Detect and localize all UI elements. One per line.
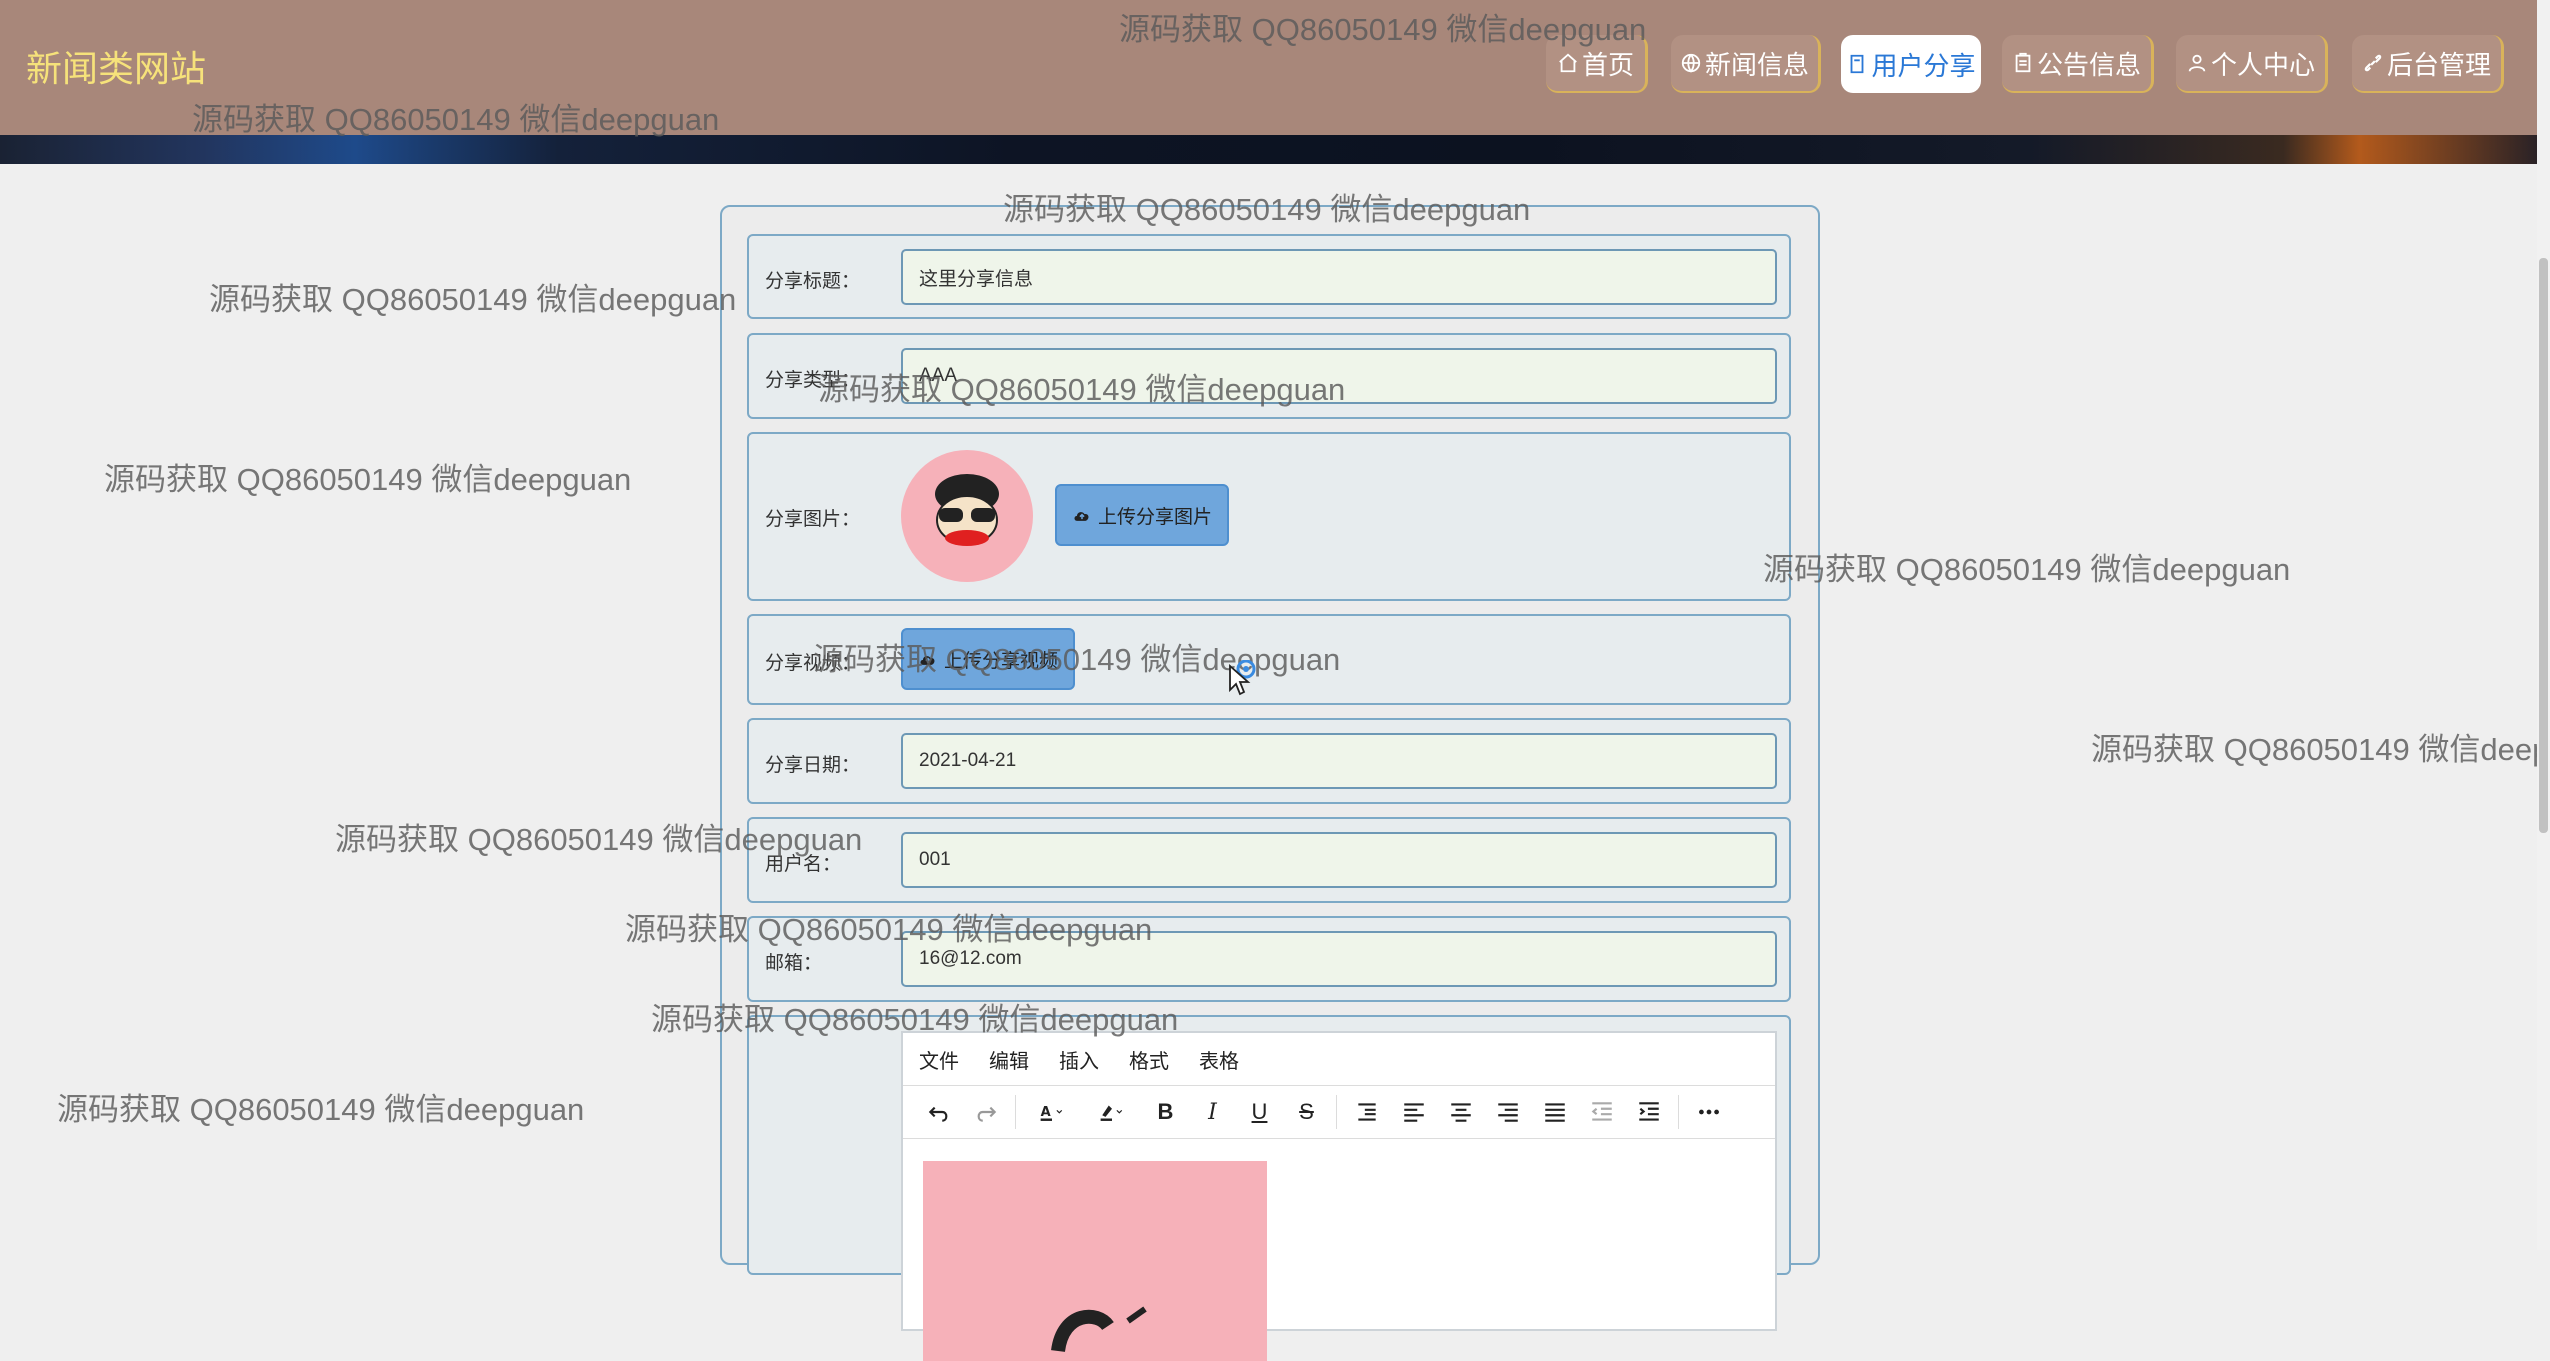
justify-icon[interactable]	[1531, 1092, 1578, 1132]
page-scrollbar[interactable]	[2537, 0, 2550, 1250]
menu-format[interactable]: 格式	[1129, 1045, 1169, 1074]
clipboard-icon	[2015, 52, 2031, 73]
home-icon	[1559, 53, 1577, 73]
mouse-cursor-icon	[1229, 660, 1256, 696]
nav-user-share-label: 用户分享	[1871, 50, 1976, 81]
outdent-icon[interactable]	[1578, 1092, 1625, 1132]
align-right-icon[interactable]	[1484, 1092, 1531, 1132]
nav-home[interactable]: 首页	[1546, 35, 1648, 93]
italic-icon[interactable]: I	[1189, 1092, 1236, 1132]
upload-image-button[interactable]: 上传分享图片	[1055, 484, 1229, 546]
date-input[interactable]: 2021-04-21	[901, 733, 1777, 789]
username-row: 用户名： 001	[747, 817, 1791, 903]
watermark: 源码获取 QQ86050149 微信deepguan	[104, 462, 632, 497]
watermark: 源码获取 QQ86050149 微信deepguan	[209, 282, 737, 317]
menu-edit[interactable]: 编辑	[989, 1045, 1029, 1074]
nav-profile-label: 个人中心	[2210, 49, 2315, 80]
cloud-upload-icon	[920, 656, 935, 665]
editor-embedded-image[interactable]	[923, 1161, 1267, 1361]
nav-home-label: 首页	[1581, 49, 1634, 80]
more-icon[interactable]	[1685, 1092, 1732, 1132]
nav-news-label: 新闻信息	[1704, 49, 1809, 80]
nav-admin[interactable]: 后台管理	[2352, 35, 2504, 93]
undo-icon[interactable]	[915, 1092, 962, 1132]
video-label: 分享视频：	[765, 653, 861, 674]
monkey-face-icon	[1051, 1306, 1147, 1353]
type-row: 分享类型： AAA	[747, 333, 1791, 419]
line-height-icon[interactable]	[1343, 1092, 1390, 1132]
hero-banner-strip	[0, 135, 2537, 164]
monkey-face-icon	[935, 474, 999, 546]
cloud-upload-icon	[1074, 512, 1089, 521]
highlight-icon[interactable]	[1082, 1092, 1142, 1132]
image-label: 分享图片：	[765, 509, 861, 530]
align-left-icon[interactable]	[1390, 1092, 1437, 1132]
toolbar-divider	[1015, 1095, 1016, 1129]
editor-toolbar: A B I U S	[903, 1086, 1775, 1139]
nav-news[interactable]: 新闻信息	[1671, 35, 1821, 93]
editor-menubar: 文件 编辑 插入 格式 表格	[903, 1033, 1775, 1086]
globe-icon	[1681, 53, 1701, 73]
menu-insert[interactable]: 插入	[1059, 1045, 1099, 1074]
nav-profile[interactable]: 个人中心	[2176, 35, 2328, 93]
nav-notices[interactable]: 公告信息	[2002, 35, 2154, 93]
scrollbar-thumb[interactable]	[2539, 258, 2548, 833]
nav-user-share[interactable]: 用户分享	[1841, 35, 1981, 93]
type-input[interactable]: AAA	[901, 348, 1777, 404]
share-image-thumbnail[interactable]	[901, 450, 1033, 582]
indent-icon[interactable]	[1625, 1092, 1672, 1132]
image-row: 分享图片： 上传分享图片	[747, 432, 1791, 601]
username-label: 用户名：	[765, 854, 842, 875]
svg-text:A: A	[1041, 1105, 1051, 1120]
menu-file[interactable]: 文件	[919, 1045, 959, 1074]
email-label: 邮箱：	[765, 953, 823, 974]
title-input[interactable]: 这里分享信息	[901, 249, 1777, 305]
share-doc-icon	[1851, 54, 1864, 74]
strikethrough-icon[interactable]: S	[1283, 1092, 1330, 1132]
text-color-icon[interactable]: A	[1022, 1092, 1082, 1132]
content-row: 文件 编辑 插入 格式 表格 A B I U S	[747, 1015, 1791, 1361]
watermark: 源码获取 QQ86050149 微信deepguan	[57, 1092, 585, 1127]
type-label: 分享类型：	[765, 370, 861, 391]
upload-video-label: 上传分享视频	[943, 650, 1058, 672]
top-navbar: 新闻类网站 首页 新闻信息 用户分享 公告信息 个人中心 后台管理	[0, 0, 2537, 135]
underline-icon[interactable]: U	[1236, 1092, 1283, 1132]
toolbar-divider	[1336, 1095, 1337, 1129]
date-row: 分享日期： 2021-04-21	[747, 718, 1791, 804]
watermark: 源码获取 QQ86050149 微信deepguan	[2091, 732, 2550, 767]
redo-icon[interactable]	[962, 1092, 1009, 1132]
link-icon	[2364, 54, 2382, 72]
align-center-icon[interactable]	[1437, 1092, 1484, 1132]
username-input[interactable]: 001	[901, 832, 1777, 888]
email-input[interactable]: 16@12.com	[901, 931, 1777, 987]
video-row: 分享视频： 上传分享视频	[747, 614, 1791, 705]
menu-table[interactable]: 表格	[1199, 1045, 1239, 1074]
date-label: 分享日期：	[765, 755, 861, 776]
email-row: 邮箱： 16@12.com	[747, 916, 1791, 1002]
title-row: 分享标题： 这里分享信息	[747, 234, 1791, 319]
nav-admin-label: 后台管理	[2386, 49, 2491, 80]
upload-video-button[interactable]: 上传分享视频	[901, 628, 1075, 690]
bold-icon[interactable]: B	[1142, 1092, 1189, 1132]
user-icon	[2188, 54, 2206, 72]
nav-notices-label: 公告信息	[2036, 49, 2141, 80]
site-logo[interactable]: 新闻类网站	[26, 40, 206, 92]
watermark: 源码获取 QQ86050149 微信deepguan	[1763, 552, 2291, 587]
title-label: 分享标题：	[765, 271, 861, 292]
rich-text-editor[interactable]: 文件 编辑 插入 格式 表格 A B I U S	[901, 1031, 1777, 1361]
upload-image-label: 上传分享图片	[1097, 506, 1212, 528]
toolbar-divider	[1678, 1095, 1679, 1129]
